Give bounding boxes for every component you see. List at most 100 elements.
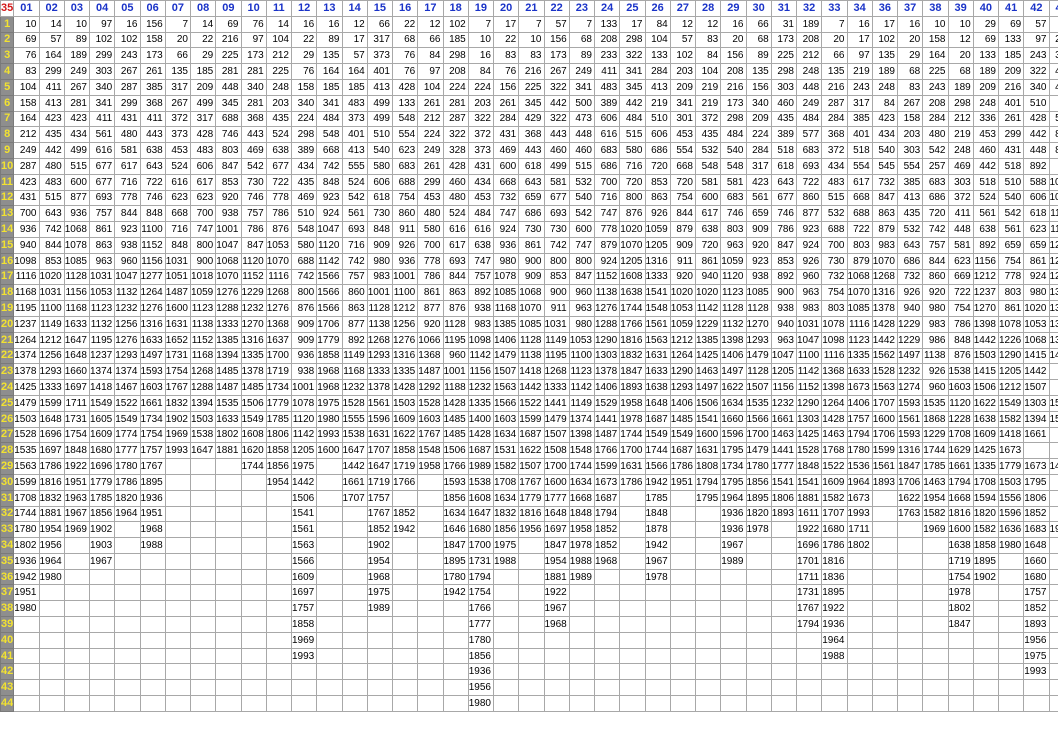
row-number: 41 [0,647,15,665]
table-cell: 443 [543,126,570,144]
table-cell: 164 [341,63,368,80]
table-cell: 368 [821,126,848,144]
column-header: 40 [972,0,1000,17]
table-cell: 249 [417,142,444,159]
table-cell: 876 [619,205,646,223]
table-cell: 1978 [644,568,671,586]
table-cell: 1531 [492,442,520,460]
table-cell: 1288 [189,379,217,396]
table-cell: 299 [417,173,444,191]
table-cell: 746 [240,189,267,207]
table-cell: 879 [846,252,873,270]
table-cell: 617 [846,173,873,191]
table-cell: 1068 [1023,331,1050,349]
table-cell: 303 [896,142,924,159]
table-cell: 1229 [240,284,267,302]
table-cell [88,568,116,586]
table-cell: 1507 [745,379,772,396]
table-cell: 1777 [543,489,570,507]
table-cell: 778 [114,189,141,207]
table-cell: 686 [593,157,621,175]
table-cell: 1744 [619,426,646,444]
table-cell [543,679,570,697]
table-cell: 561 [972,205,1000,223]
table-cell [442,679,469,697]
table-cell: 12 [947,31,974,49]
table-cell: 963 [568,300,596,317]
table-cell: 803 [821,300,848,317]
table-cell [265,568,293,586]
table-cell: 1848 [795,458,823,475]
table-cell: 1638 [972,410,1000,428]
table-cell: 688 [290,252,318,270]
table-cell: 1485 [442,426,469,444]
table-cell: 1333 [366,363,394,381]
table-cell: 1068 [63,221,91,238]
table-cell: 1696 [795,537,823,554]
table-cell: 1031 [543,315,570,333]
table-cell: 1123 [568,363,596,381]
table-cell: 532 [896,221,924,238]
column-header: 20 [492,0,520,17]
table-cell: 1237 [88,347,116,365]
column-header: 32 [795,0,823,17]
table-cell: 1603 [139,379,166,396]
table-cell: 1744 [568,458,596,475]
table-cell: 1648 [1023,537,1050,554]
table-cell: 1582 [997,410,1025,428]
table-cell: 1100 [391,284,419,302]
table-cell: 1731 [164,347,192,365]
table-cell [922,537,949,554]
table-row: 21 1264 1212 1647 1195 1276 1633 1652 1152 1385 13… [0,331,1058,349]
row-number: 27 [0,426,15,444]
table-cell: 960 [114,252,141,270]
table-cell: 1274 [896,379,924,396]
table-cell [341,537,368,554]
table-cell: 1596 [720,426,747,444]
table-cell [947,631,974,649]
table-cell: 742 [38,221,65,238]
table-cell: 212 [13,126,40,144]
table-cell [341,616,368,633]
column-header: 13 [316,0,343,17]
table-cell: 1647 [189,442,217,460]
table-cell [164,616,192,633]
table-cell: 561 [997,221,1025,238]
table-cell: 1975 [366,584,394,602]
table-cell: 623 [391,142,419,159]
table-cell [694,521,722,539]
table-cell: 617 [442,236,469,254]
table-cell: 732 [896,268,924,286]
table-cell: 732 [871,173,899,191]
table-cell: 1333 [215,315,242,333]
table-cell: 68 [391,31,419,49]
table-row: 28 1535 1697 1848 1680 1777 1757 1993 1647 1881 16… [0,442,1058,460]
table-cell: 1333 [644,268,671,286]
table-cell [189,616,217,633]
table-cell: 1541 [644,284,671,302]
table-cell [871,568,899,586]
table-cell: 224 [290,110,318,128]
table-cell: 1711 [795,568,823,586]
table-cell: 1142 [795,363,823,381]
table-cell: 677 [88,173,116,191]
column-header: 28 [694,0,722,17]
table-cell [63,537,91,554]
table-cell: 938 [770,300,798,317]
table-cell [871,600,899,618]
table-cell [215,552,242,570]
table-cell: 298 [442,47,469,65]
table-cell: 1138 [518,347,545,365]
table-cell: 900 [189,252,217,270]
table-cell [770,521,798,539]
table-cell: 1467 [114,379,141,396]
table-cell [492,679,520,697]
table-cell: 938 [290,363,318,381]
table-cell [164,458,192,475]
table-cell: 1128 [745,300,772,317]
table-cell: 638 [694,221,722,238]
table-cell: 17 [619,15,646,33]
table-cell: 693 [795,157,823,175]
table-cell: 1647 [467,505,495,523]
table-cell [189,568,217,586]
